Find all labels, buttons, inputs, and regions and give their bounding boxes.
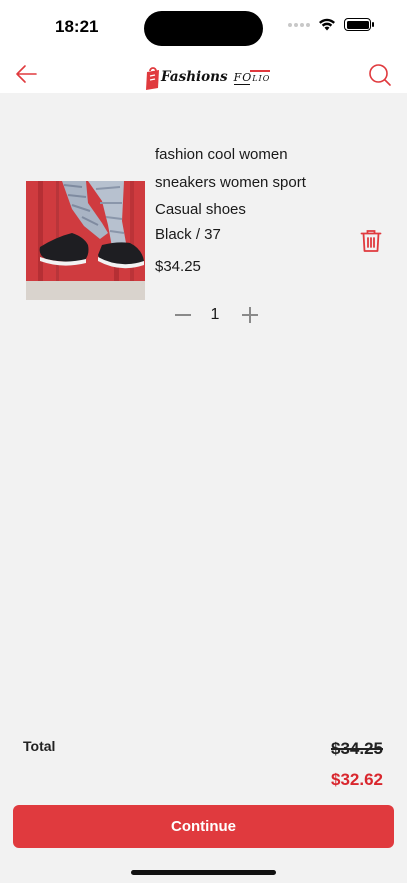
status-icons [288, 18, 374, 31]
logo-subtext: FOLIO [233, 70, 271, 90]
signal-icon [288, 22, 310, 27]
continue-button[interactable]: Continue [13, 805, 394, 848]
search-icon [369, 64, 391, 86]
status-bar: 18:21 [0, 0, 407, 56]
product-price: $34.25 [155, 258, 201, 275]
product-name[interactable]: fashion cool women sneakers women sport … [155, 141, 345, 224]
trash-icon [360, 230, 382, 252]
dynamic-island [144, 11, 263, 46]
discounted-total: $32.62 [331, 770, 383, 789]
shopping-bag-icon [146, 67, 159, 90]
app-header: Fashions FOLIO [0, 56, 407, 93]
original-total: $34.25 [331, 739, 383, 758]
quantity-stepper: 1 [172, 302, 262, 328]
product-image[interactable] [26, 181, 145, 300]
search-button[interactable] [367, 62, 393, 88]
logo-text-fo: FO [233, 71, 253, 84]
back-button[interactable] [14, 63, 38, 85]
increase-quantity-button[interactable] [239, 302, 261, 328]
home-indicator[interactable] [131, 870, 276, 875]
decrease-quantity-button[interactable] [172, 302, 194, 328]
product-variant: Black / 37 [155, 226, 221, 243]
wifi-icon [319, 18, 335, 31]
brand-logo: Fashions FOLIO [146, 58, 270, 90]
total-label: Total [23, 738, 56, 754]
arrow-left-icon [16, 65, 37, 83]
battery-icon [344, 18, 374, 31]
quantity-value: 1 [210, 306, 220, 323]
logo-text: Fashions [161, 68, 228, 85]
sneaker-photo [26, 181, 145, 300]
delete-item-button[interactable] [360, 229, 382, 253]
logo-text-lio: LIO [252, 74, 271, 83]
status-time: 18:21 [55, 17, 99, 36]
